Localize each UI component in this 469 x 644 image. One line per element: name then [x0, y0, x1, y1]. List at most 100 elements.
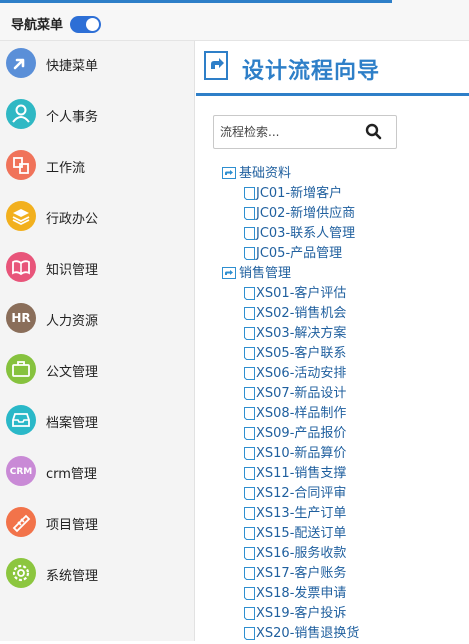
document-icon — [244, 425, 255, 440]
tree-item[interactable]: JC01-新增客户 — [220, 180, 469, 201]
tree-item[interactable]: XS06-活动安排 — [220, 360, 469, 381]
sidebar-item[interactable]: 知识管理 — [0, 245, 194, 291]
sidebar-item-label: 系统管理 — [46, 569, 99, 584]
sidebar-item-label: 个人事务 — [46, 110, 99, 125]
document-icon — [244, 545, 255, 560]
sidebar-item-label: 公文管理 — [46, 365, 99, 380]
tree-item[interactable]: XS15-配送订单 — [220, 520, 469, 541]
icon-glyph: HR — [11, 311, 31, 325]
archive-icon — [6, 405, 36, 435]
document-icon — [244, 605, 255, 620]
sidebar-item[interactable]: 公文管理 — [0, 347, 194, 393]
tree-item[interactable]: XS19-客户投诉 — [220, 600, 469, 621]
document-icon — [244, 205, 255, 220]
tree-item-label: XS11-销售支撑 — [256, 466, 347, 481]
sidebar-item[interactable]: 快捷菜单 — [0, 41, 194, 87]
tree-item[interactable]: XS08-样品制作 — [220, 400, 469, 421]
tree-item[interactable]: XS16-服务收款 — [220, 540, 469, 561]
process-tree: 基础资料 JC01-新增客户 JC02-新增供应商 JC03-联系人管理 JC05-产品… — [220, 160, 469, 641]
tree-item-label: XS13-生产订单 — [256, 506, 347, 521]
sidebar-item-label: 项目管理 — [46, 518, 99, 533]
tree-item-label: JC03-联系人管理 — [256, 226, 356, 241]
tree-item-label: XS02-销售机会 — [256, 306, 347, 321]
tree-item-label: JC02-新增供应商 — [256, 206, 356, 221]
toggle-knob — [86, 18, 99, 31]
arrow-icon — [6, 48, 36, 78]
workflow-icon — [6, 150, 36, 180]
sidebar-item[interactable]: 档案管理 — [0, 398, 194, 444]
tree-item-label: JC01-新增客户 — [256, 186, 343, 201]
hr-icon: HR — [6, 303, 36, 333]
document-icon — [244, 365, 255, 380]
tree-item-label: XS10-新品算价 — [256, 446, 347, 461]
page-header: 设计流程向导 — [196, 41, 469, 96]
tree-item[interactable]: XS05-客户联系 — [220, 340, 469, 361]
sidebar-item[interactable]: 行政办公 — [0, 194, 194, 240]
search-icon[interactable] — [364, 122, 384, 142]
document-icon — [244, 505, 255, 520]
tree-item[interactable]: XS13-生产订单 — [220, 500, 469, 521]
search-input[interactable] — [220, 122, 360, 142]
nav-menu-label: 导航菜单 — [11, 18, 64, 33]
tree-group-label: 销售管理 — [239, 266, 292, 281]
sidebar-item[interactable]: 项目管理 — [0, 500, 194, 546]
sidebar-item-label: 工作流 — [46, 161, 86, 176]
sidebar-item[interactable]: HR 人力资源 — [0, 296, 194, 342]
document-icon — [244, 485, 255, 500]
gear-icon — [6, 558, 36, 588]
tree-item-label: XS05-客户联系 — [256, 346, 347, 361]
tree-item-label: XS17-客户账务 — [256, 566, 347, 581]
document-icon — [244, 285, 255, 300]
briefcase-icon — [6, 354, 36, 384]
crm-icon: CRM — [6, 456, 36, 486]
sidebar-item[interactable]: 工作流 — [0, 143, 194, 189]
folder-icon — [222, 164, 236, 179]
tree-item-label: JC05-产品管理 — [256, 246, 343, 261]
document-icon — [244, 585, 255, 600]
document-icon — [244, 305, 255, 320]
document-icon — [244, 385, 255, 400]
document-icon — [244, 225, 255, 240]
icon-glyph: CRM — [9, 467, 33, 477]
tree-item[interactable]: XS11-销售支撑 — [220, 460, 469, 481]
sidebar-item[interactable]: CRM crm管理 — [0, 449, 194, 495]
process-search — [213, 115, 397, 149]
tree-item[interactable]: XS03-解决方案 — [220, 320, 469, 341]
tree-item[interactable]: XS20-销售退换货 — [220, 620, 469, 641]
tree-item-label: XS07-新品设计 — [256, 386, 347, 401]
tree-item[interactable]: XS10-新品算价 — [220, 440, 469, 461]
tree-item[interactable]: XS12-合同评审 — [220, 480, 469, 501]
sidebar-item[interactable]: 个人事务 — [0, 92, 194, 138]
sidebar-item-label: 知识管理 — [46, 263, 99, 278]
wizard-icon — [204, 51, 228, 80]
sidebar-item[interactable]: 系统管理 — [0, 551, 194, 597]
document-icon — [244, 345, 255, 360]
tree-item[interactable]: JC02-新增供应商 — [220, 200, 469, 221]
tree-item[interactable]: JC03-联系人管理 — [220, 220, 469, 241]
tree-item[interactable]: XS17-客户账务 — [220, 560, 469, 581]
nav-menu-toggle[interactable] — [70, 16, 101, 33]
folder-icon — [222, 264, 236, 279]
tree-item[interactable]: XS18-发票申请 — [220, 580, 469, 601]
tree-item[interactable]: XS09-产品报价 — [220, 420, 469, 441]
tree-item[interactable]: JC05-产品管理 — [220, 240, 469, 261]
tree-item-label: XS03-解决方案 — [256, 326, 347, 341]
tree-item-label: XS08-样品制作 — [256, 406, 347, 421]
tree-item-label: XS16-服务收款 — [256, 546, 347, 561]
tree-item-label: XS18-发票申请 — [256, 586, 347, 601]
tree-group[interactable]: 基础资料 — [220, 160, 469, 181]
top-bar: 导航菜单 — [0, 0, 469, 41]
sidebar-item-label: 快捷菜单 — [46, 59, 99, 74]
tree-item[interactable]: XS07-新品设计 — [220, 380, 469, 401]
person-icon — [6, 99, 36, 129]
document-icon — [244, 325, 255, 340]
tree-item[interactable]: XS02-销售机会 — [220, 300, 469, 321]
sidebar-item-label: crm管理 — [46, 467, 97, 482]
tree-item[interactable]: XS01-客户评估 — [220, 280, 469, 301]
document-icon — [244, 405, 255, 420]
document-icon — [244, 245, 255, 260]
layers-icon — [6, 201, 36, 231]
tree-group[interactable]: 销售管理 — [220, 260, 469, 281]
document-icon — [244, 465, 255, 480]
top-accent-line — [0, 0, 392, 3]
